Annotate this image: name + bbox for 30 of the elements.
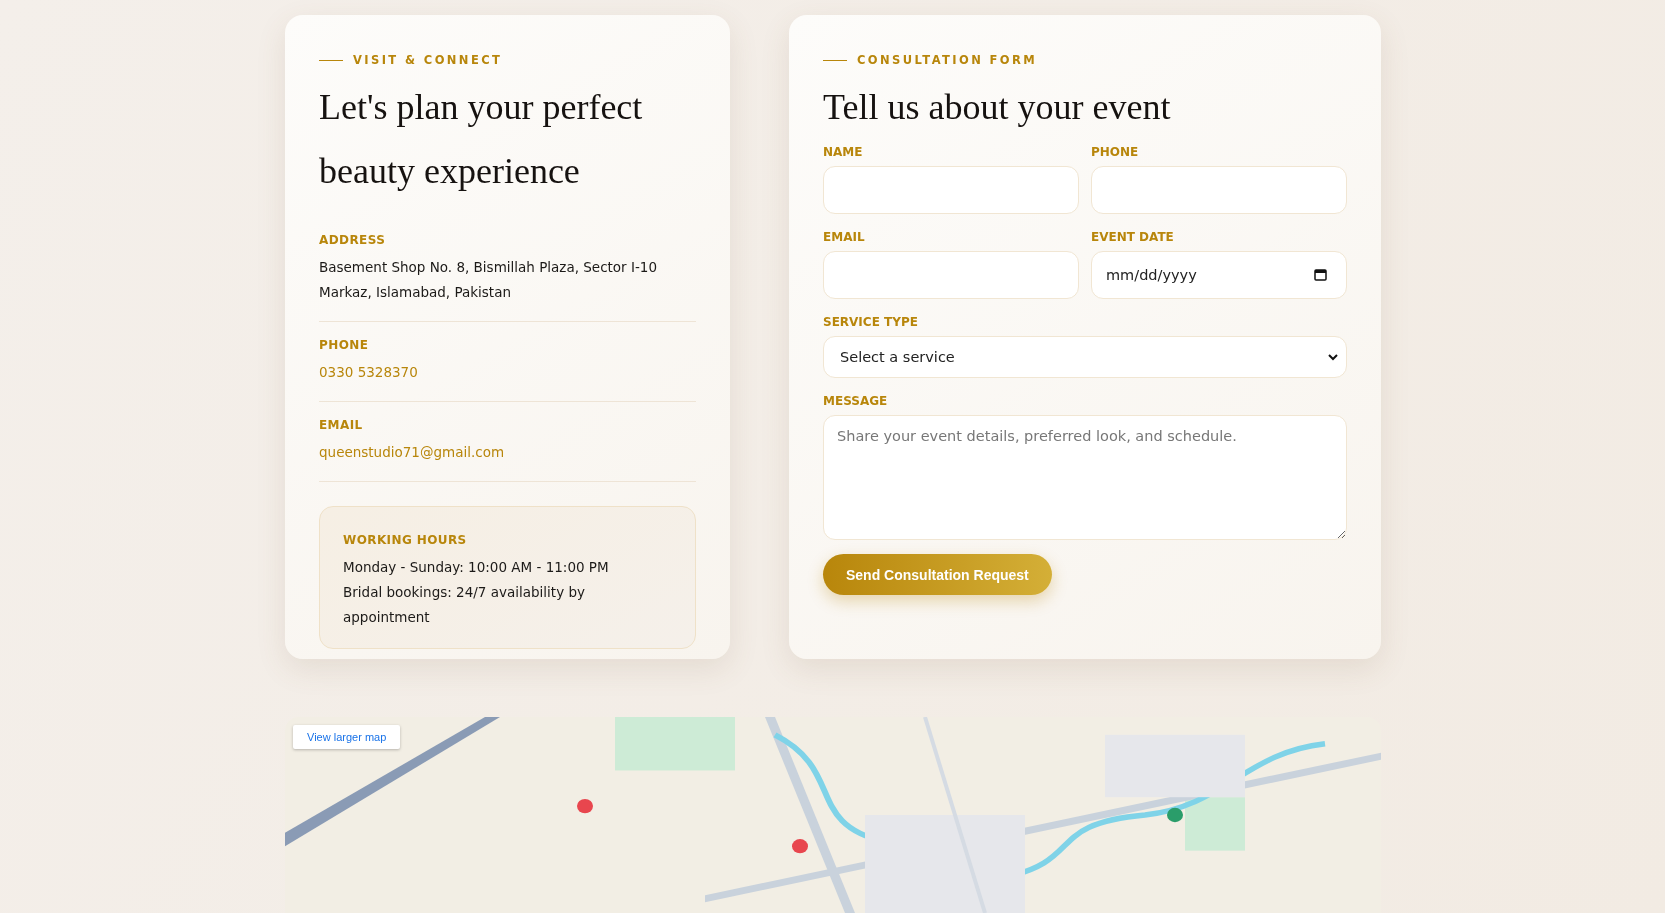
chevron-down-icon [1328, 353, 1338, 361]
field-label: PHONE [1091, 145, 1140, 159]
calendar-icon[interactable] [1314, 268, 1327, 281]
date-field[interactable]: mm/dd/yyyy [1091, 251, 1347, 299]
message-field[interactable]: Share your event details, preferred look, and schedule. [823, 415, 1347, 540]
detail-label: ADDRESS [319, 233, 387, 247]
map[interactable]: View larger map [285, 717, 1381, 913]
view-larger-map-link[interactable]: View larger map [293, 725, 401, 749]
section-heading: Let's plan your perfect beauty experience [319, 86, 644, 193]
field-label: SERVICE TYPE [823, 315, 919, 329]
section-eyebrow: CONSULTATION FORM [857, 53, 1038, 67]
section-heading: Tell us about your event [823, 86, 1172, 129]
field-label: EVENT DATE [1091, 230, 1175, 244]
hours-title: WORKING HOURS [343, 533, 468, 547]
field-label: NAME [823, 145, 864, 159]
section-eyebrow: VISIT & CONNECT [353, 53, 503, 67]
submit-button[interactable]: Send Consultation Request [823, 554, 1052, 595]
detail-value: Basement Shop No. 8, Bismillah Plaza, Sector I-10 Markaz, Islamabad, Pakistan [319, 258, 658, 302]
select-field[interactable]: Select a service [823, 336, 1347, 378]
field-label: MESSAGE [823, 394, 889, 408]
input-field[interactable] [823, 251, 1079, 299]
contact-link[interactable]: queenstudio71@gmail.com [319, 440, 696, 465]
detail-label: PHONE [319, 338, 370, 352]
input-field[interactable] [823, 166, 1079, 214]
field-label: EMAIL [823, 230, 866, 244]
input-field[interactable] [1091, 166, 1347, 214]
hours-line: Monday - Sunday: 10:00 AM - 11:00 PM [343, 558, 610, 577]
hours-line: Bridal bookings: 24/7 availability by appointment [343, 583, 586, 627]
contact-link[interactable]: 0330 5328370 [319, 360, 696, 385]
detail-label: EMAIL [319, 418, 364, 432]
